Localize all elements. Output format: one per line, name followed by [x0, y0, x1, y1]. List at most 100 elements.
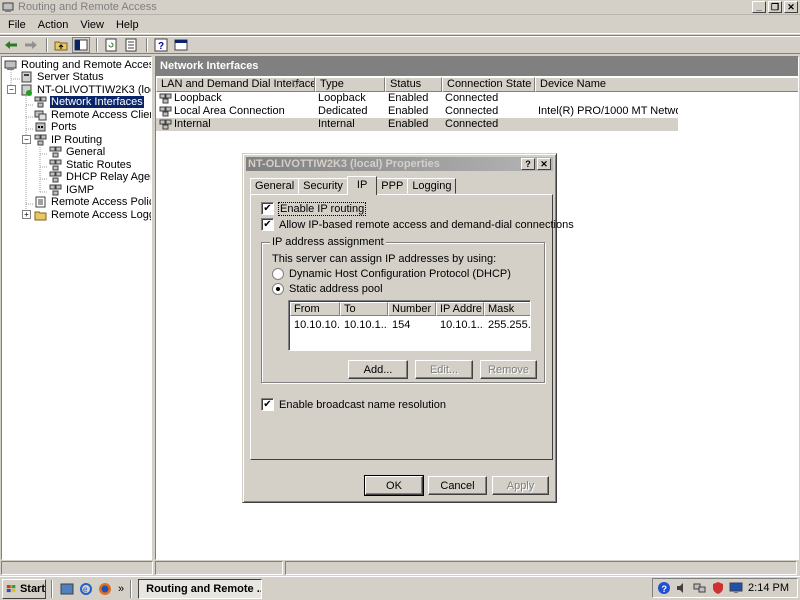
- tree-label: IGMP: [66, 183, 95, 196]
- show-desktop-icon[interactable]: [59, 581, 75, 597]
- tree-label: Static Routes: [66, 158, 132, 171]
- column-header-type[interactable]: Type: [315, 77, 385, 92]
- interface-icon: [159, 93, 172, 104]
- checkbox-box[interactable]: ✔: [261, 202, 274, 215]
- ip-routing-icon: [34, 134, 47, 146]
- column-header-device-name[interactable]: Device Name: [535, 77, 798, 92]
- pool-header-number[interactable]: Number: [388, 302, 436, 316]
- tree-item-general[interactable]: General: [49, 145, 106, 158]
- interface-icon: [159, 106, 172, 117]
- close-button[interactable]: ✕: [784, 1, 798, 13]
- network-interfaces-icon: [34, 96, 47, 108]
- taskbar-task-rras[interactable]: Routing and Remote ...: [138, 578, 263, 599]
- dialog-close-button[interactable]: ✕: [537, 158, 551, 170]
- tree-label: Server Status: [37, 70, 104, 83]
- add-button[interactable]: Add...: [348, 360, 408, 379]
- pool-row[interactable]: 10.10.10.1 10.10.1... 154 10.10.1... 255…: [290, 319, 530, 331]
- tab-ip[interactable]: IP: [346, 176, 378, 195]
- interface-row[interactable]: Loopback Loopback Enabled Connected: [156, 92, 678, 105]
- up-folder-icon[interactable]: [52, 37, 70, 53]
- interface-row[interactable]: Internal Internal Enabled Connected: [156, 118, 678, 131]
- group-label: IP address assignment: [270, 236, 386, 248]
- clock[interactable]: 2:14 PM: [748, 582, 789, 594]
- ok-button[interactable]: OK: [364, 475, 424, 496]
- tab-security[interactable]: Security: [298, 178, 348, 194]
- tab-ppp[interactable]: PPP: [376, 178, 409, 194]
- speaker-icon[interactable]: [675, 581, 689, 595]
- tree-item-dhcp-relay-agent[interactable]: DHCP Relay Agent: [49, 170, 151, 183]
- dialog-help-button[interactable]: ?: [521, 158, 535, 170]
- windows-flag-icon: [6, 584, 16, 592]
- minimize-button[interactable]: _: [752, 1, 766, 13]
- monitor-icon[interactable]: [729, 581, 743, 595]
- static-pool-radio[interactable]: Static address pool: [272, 283, 383, 295]
- export-list-icon[interactable]: [122, 37, 140, 53]
- status-bar: [0, 561, 800, 575]
- svg-text:e: e: [83, 585, 88, 594]
- properties-icon[interactable]: [172, 37, 190, 53]
- pool-header-to[interactable]: To: [340, 302, 388, 316]
- remove-button[interactable]: Remove: [480, 360, 537, 379]
- tree-label: Remote Access Policies: [51, 195, 151, 208]
- menu-file[interactable]: File: [2, 19, 32, 31]
- checkbox-box[interactable]: ✔: [261, 398, 274, 411]
- console-tree[interactable]: Routing and Remote Access Server Status …: [1, 56, 152, 560]
- apply-button[interactable]: Apply: [492, 476, 549, 495]
- help-icon[interactable]: ?: [152, 37, 170, 53]
- enable-ip-routing-checkbox[interactable]: ✔ Enable IP routing: [261, 201, 367, 216]
- address-pool-list[interactable]: From To Number IP Addre... Mask 10.10.10…: [288, 300, 531, 351]
- broadcast-name-resolution-checkbox[interactable]: ✔ Enable broadcast name resolution: [261, 398, 446, 411]
- pool-header-ip-address[interactable]: IP Addre...: [436, 302, 484, 316]
- maximize-button[interactable]: ❐: [768, 1, 782, 13]
- quick-launch: e »: [51, 579, 133, 598]
- igmp-icon: [49, 184, 62, 196]
- refresh-icon[interactable]: [102, 37, 120, 53]
- pool-header-from[interactable]: From: [290, 302, 340, 316]
- start-button[interactable]: Start: [2, 578, 46, 599]
- ie-icon[interactable]: e: [78, 581, 94, 597]
- interface-state: Connected: [445, 105, 499, 117]
- ip-tab-panel: ✔ Enable IP routing ✔ Allow IP-based rem…: [250, 194, 574, 460]
- tree-item-server-status[interactable]: Server Status: [20, 70, 105, 83]
- column-header-connection-state[interactable]: Connection State: [442, 77, 535, 92]
- tree-item-remote-access-policies[interactable]: Remote Access Policies: [34, 195, 151, 208]
- quick-launch-chevron[interactable]: »: [118, 583, 124, 595]
- tree-item-network-interfaces[interactable]: Network Interfaces: [34, 95, 144, 108]
- radio-circle[interactable]: [272, 283, 284, 295]
- column-header-interfaces[interactable]: LAN and Demand Dial Interfaces ▽: [156, 77, 315, 92]
- remote-clients-icon: [34, 109, 47, 121]
- static-routes-icon: [49, 159, 62, 171]
- properties-dialog: NT-OLIVOTTIW2K3 (local) Properties ? ✕ G…: [242, 153, 574, 503]
- tree-item-ports[interactable]: Ports: [34, 120, 78, 133]
- collapse-ip-routing-toggle[interactable]: −: [22, 135, 31, 144]
- interface-row[interactable]: Local Area Connection Dedicated Enabled …: [156, 105, 678, 118]
- svg-text:?: ?: [158, 41, 164, 52]
- help-tray-icon[interactable]: ?: [657, 581, 671, 595]
- firefox-icon[interactable]: [97, 581, 113, 597]
- tab-logging[interactable]: Logging: [407, 178, 457, 194]
- edit-button[interactable]: Edit...: [415, 360, 473, 379]
- security-icon[interactable]: [711, 581, 725, 595]
- show-hide-tree-icon[interactable]: [72, 36, 90, 53]
- column-header-status[interactable]: Status: [385, 77, 442, 92]
- pool-header-mask[interactable]: Mask: [484, 302, 530, 316]
- system-tray: ? 2:14 PM: [652, 578, 798, 598]
- checkbox-box[interactable]: ✔: [261, 218, 274, 231]
- allow-ip-remote-access-checkbox[interactable]: ✔ Allow IP-based remote access and deman…: [261, 218, 574, 231]
- menu-help[interactable]: Help: [110, 19, 145, 31]
- dialog-title: NT-OLIVOTTIW2K3 (local) Properties: [248, 158, 440, 170]
- tree-item-remote-access-logging[interactable]: Remote Access Logging: [34, 208, 151, 221]
- tab-general[interactable]: General: [250, 178, 300, 194]
- collapse-server-toggle[interactable]: −: [7, 85, 16, 94]
- back-icon[interactable]: [2, 37, 20, 53]
- network-icon[interactable]: [693, 581, 707, 595]
- cancel-button[interactable]: Cancel: [428, 476, 487, 495]
- menu-view[interactable]: View: [74, 19, 110, 31]
- dhcp-radio[interactable]: Dynamic Host Configuration Protocol (DHC…: [272, 268, 511, 280]
- menu-action[interactable]: Action: [32, 19, 75, 31]
- radio-circle[interactable]: [272, 268, 284, 280]
- interface-state: Connected: [445, 92, 499, 104]
- toolbar-separator: [96, 37, 98, 52]
- expand-logging-toggle[interactable]: +: [22, 210, 31, 219]
- forward-icon[interactable]: [22, 37, 40, 53]
